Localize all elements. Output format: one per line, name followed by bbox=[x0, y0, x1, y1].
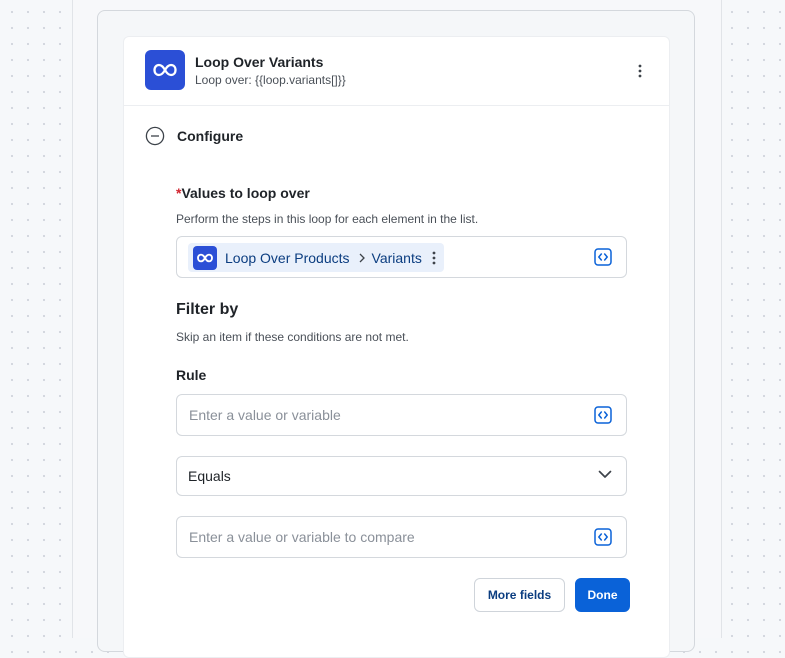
configure-toggle[interactable]: Configure bbox=[145, 125, 243, 147]
step-header[interactable]: Loop Over Variants Loop over: {{loop.var… bbox=[124, 37, 669, 106]
chevron-down-icon bbox=[598, 470, 612, 478]
rule-input-field[interactable] bbox=[189, 407, 569, 423]
code-brackets-icon bbox=[594, 406, 612, 424]
step-menu-button[interactable] bbox=[630, 59, 650, 83]
pill-source-label: Loop Over Products bbox=[225, 249, 350, 266]
code-brackets-icon bbox=[594, 248, 612, 266]
infinity-loop-icon bbox=[145, 50, 185, 90]
step-subtitle: Loop over: {{loop.variants[]}} bbox=[195, 73, 346, 87]
rule-input[interactable] bbox=[176, 394, 627, 436]
values-input[interactable]: Loop Over Products Variants bbox=[176, 236, 627, 278]
done-button[interactable]: Done bbox=[575, 578, 630, 612]
infinity-loop-icon bbox=[193, 245, 217, 270]
rule-label: Rule bbox=[176, 367, 207, 383]
configure-label: Configure bbox=[177, 128, 244, 144]
values-field-help: Perform the steps in this loop for each … bbox=[176, 212, 479, 226]
filter-section-title: Filter by bbox=[176, 301, 239, 318]
chevron-right-icon bbox=[359, 253, 365, 262]
operator-select[interactable]: Equals bbox=[176, 456, 627, 496]
step-title: Loop Over Variants bbox=[195, 54, 324, 70]
vertical-dots-icon[interactable] bbox=[432, 251, 436, 265]
vertical-dots-icon bbox=[638, 64, 642, 78]
more-fields-button[interactable]: More fields bbox=[474, 578, 565, 612]
insert-variable-button[interactable] bbox=[594, 248, 612, 266]
minus-circle-icon[interactable] bbox=[145, 126, 165, 146]
insert-variable-button[interactable] bbox=[594, 528, 612, 546]
compare-input-field[interactable] bbox=[189, 529, 569, 545]
filter-help: Skip an item if these conditions are not… bbox=[176, 330, 409, 344]
code-brackets-icon bbox=[594, 528, 612, 546]
insert-variable-button[interactable] bbox=[594, 406, 612, 424]
variable-pill[interactable]: Loop Over Products Variants bbox=[188, 243, 444, 272]
values-field-label-text: Values to loop over bbox=[181, 185, 310, 201]
pill-field-label: Variants bbox=[371, 249, 422, 266]
compare-input[interactable] bbox=[176, 516, 627, 558]
operator-value: Equals bbox=[188, 468, 231, 484]
loop-step-card: Loop Over Variants Loop over: {{loop.var… bbox=[123, 36, 670, 658]
values-field-label: *Values to loop over bbox=[176, 185, 310, 201]
